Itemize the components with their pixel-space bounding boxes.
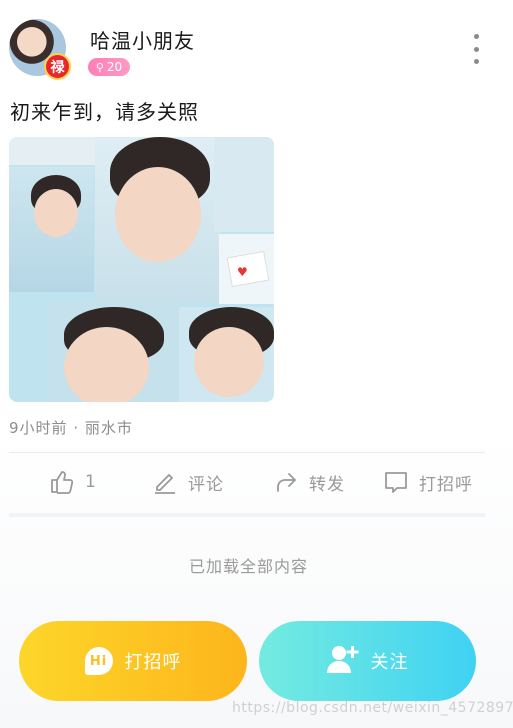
watermark: https://blog.csdn.net/weixin_45728976 xyxy=(232,700,513,716)
greet-button[interactable]: Hi 打招呼 xyxy=(19,621,247,701)
level-badge: ⚲ 20 xyxy=(88,58,130,76)
follow-button[interactable]: 关注 xyxy=(259,621,476,701)
post-image[interactable]: ♥ xyxy=(9,137,274,402)
post-time: 9小时前 xyxy=(9,419,68,437)
thumbs-up-icon xyxy=(51,471,74,494)
follow-button-label: 关注 xyxy=(370,652,409,673)
post-header: 禄 哈温小朋友 ⚲ 20 xyxy=(0,0,513,90)
username[interactable]: 哈温小朋友 xyxy=(90,25,195,54)
hi-bubble-icon: Hi xyxy=(84,647,113,675)
action-bar: 1 评论 转发 打招呼 xyxy=(0,460,513,504)
all-loaded-text: 已加载全部内容 xyxy=(188,557,308,576)
section-divider xyxy=(9,513,485,517)
share-label: 转发 xyxy=(309,474,345,495)
greet-button-label: 打招呼 xyxy=(124,652,182,673)
comment-label: 评论 xyxy=(188,474,224,495)
chat-bubble-icon xyxy=(385,472,407,493)
add-user-icon xyxy=(326,644,359,679)
share-button[interactable]: 转发 xyxy=(273,460,345,504)
greet-action-button[interactable]: 打招呼 xyxy=(383,460,473,504)
like-count: 1 xyxy=(85,472,97,492)
key-icon: ⚲ xyxy=(95,60,104,74)
edit-icon xyxy=(155,474,175,494)
post-location: 丽水市 xyxy=(84,419,133,437)
greet-label: 打招呼 xyxy=(419,474,473,495)
meta-separator: · xyxy=(73,419,80,437)
level-value: 20 xyxy=(106,60,123,74)
heart-icon: ♥ xyxy=(237,265,248,279)
more-options-icon[interactable] xyxy=(466,34,486,64)
divider xyxy=(9,452,485,453)
comment-button[interactable]: 评论 xyxy=(152,460,224,504)
share-arrow-icon xyxy=(277,473,296,492)
avatar-badge: 禄 xyxy=(44,53,71,80)
like-button[interactable]: 1 xyxy=(49,460,97,504)
post-text: 初来乍到，请多关照 xyxy=(10,100,199,124)
post-meta: 9小时前 · 丽水市 xyxy=(9,417,133,438)
